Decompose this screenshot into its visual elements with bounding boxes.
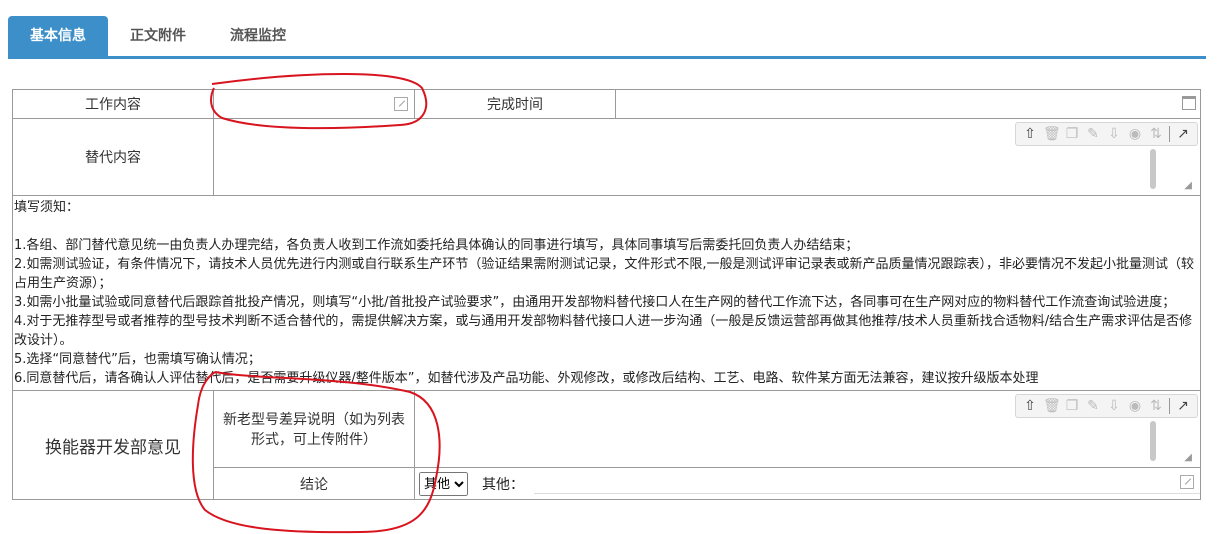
notes-item-6: 6.同意替代后，请各确认人评估替代后，是否需要升级仪器/整件版本”，如替代涉及产… bbox=[14, 371, 1039, 386]
resize-handle-icon[interactable]: ◢ bbox=[1184, 452, 1192, 463]
edit-icon[interactable] bbox=[394, 96, 408, 111]
tab-basic-info[interactable]: 基本信息 bbox=[8, 16, 108, 56]
diff-description-label: 新老型号差异说明（如为列表形式，可上传附件） bbox=[213, 390, 415, 468]
tab-underline bbox=[8, 56, 1206, 59]
notes-item-1: 1.各组、部门替代意见统一由负责人办理完结，各负责人收到工作流如委托给具体确认的… bbox=[14, 238, 859, 253]
finish-time-label: 完成时间 bbox=[414, 89, 616, 119]
preview-icon[interactable]: ◉ bbox=[1127, 126, 1143, 142]
preview-icon[interactable]: ◉ bbox=[1127, 398, 1143, 414]
download-icon[interactable]: ⇩ bbox=[1106, 398, 1122, 414]
diff-description-toolbar: ⇧ 🗑 ❐ ✎ ⇩ ◉ ⇅ ↗ bbox=[1015, 394, 1198, 418]
dept-opinion-label: 换能器开发部意见 bbox=[12, 390, 214, 500]
copy-icon[interactable]: ❐ bbox=[1064, 398, 1080, 414]
tab-bar: 基本信息 正文附件 流程监控 bbox=[8, 16, 308, 56]
basic-info-form: 工作内容 完成时间 替代内容 ⇧ 🗑 ❐ ✎ ⇩ ◉ ⇅ ↗ ◢ 填写须知： 1… bbox=[12, 89, 1201, 500]
calendar-icon[interactable] bbox=[1182, 95, 1196, 110]
work-content-label: 工作内容 bbox=[12, 89, 214, 119]
edit-icon[interactable] bbox=[1180, 475, 1194, 489]
delete-icon[interactable]: 🗑 bbox=[1043, 398, 1061, 414]
replace-content-toolbar: ⇧ 🗑 ❐ ✎ ⇩ ◉ ⇅ ↗ bbox=[1015, 122, 1198, 146]
resize-handle-icon[interactable]: ◢ bbox=[1184, 180, 1192, 191]
sort-icon[interactable]: ⇅ bbox=[1148, 398, 1164, 414]
finish-time-field[interactable] bbox=[615, 89, 1201, 119]
fill-instructions: 填写须知： 1.各组、部门替代意见统一由负责人办理完结，各负责人收到工作流如委托… bbox=[12, 195, 1201, 391]
edit-icon[interactable]: ✎ bbox=[1085, 398, 1101, 414]
sort-icon[interactable]: ⇅ bbox=[1148, 126, 1164, 142]
upload-icon[interactable]: ⇧ bbox=[1022, 126, 1038, 142]
conclusion-field: 其他 其他： bbox=[414, 467, 1201, 500]
notes-blank bbox=[14, 217, 1199, 236]
copy-icon[interactable]: ❐ bbox=[1064, 126, 1080, 142]
toolbar-separator bbox=[1169, 398, 1170, 414]
download-icon[interactable]: ⇩ bbox=[1106, 126, 1122, 142]
conclusion-label: 结论 bbox=[213, 467, 415, 500]
notes-item-2: 2.如需测试验证，有条件情况下，请技术人员优先进行内测或自行联系生产环节（验证结… bbox=[14, 257, 1195, 291]
notes-item-3: 3.如需小批量试验或同意替代后跟踪首批投产情况，则填写“小批/首批投产试验要求”… bbox=[14, 295, 1176, 310]
tab-body-attachments[interactable]: 正文附件 bbox=[108, 16, 208, 56]
edit-icon[interactable]: ✎ bbox=[1085, 126, 1101, 142]
conclusion-select[interactable]: 其他 bbox=[419, 471, 468, 496]
notes-title: 填写须知： bbox=[14, 200, 80, 215]
open-external-icon[interactable]: ↗ bbox=[1175, 398, 1191, 414]
open-external-icon[interactable]: ↗ bbox=[1175, 126, 1191, 142]
notes-item-4: 4.对于无推荐型号或者推荐的型号技术判断不适合替代的，需提供解决方案，或与通用开… bbox=[14, 314, 1193, 348]
diff-description-editor[interactable]: ⇧ 🗑 ❐ ✎ ⇩ ◉ ⇅ ↗ ◢ bbox=[414, 390, 1201, 468]
other-input[interactable] bbox=[534, 473, 1200, 494]
upload-icon[interactable]: ⇧ bbox=[1022, 398, 1038, 414]
other-label: 其他： bbox=[482, 476, 524, 493]
scrollbar[interactable] bbox=[1150, 421, 1156, 461]
tab-process-monitor[interactable]: 流程监控 bbox=[208, 16, 308, 56]
scrollbar[interactable] bbox=[1150, 149, 1156, 189]
toolbar-separator bbox=[1169, 126, 1170, 142]
work-content-field[interactable] bbox=[213, 89, 415, 119]
delete-icon[interactable]: 🗑 bbox=[1043, 126, 1061, 142]
notes-item-5: 5.选择“同意替代”后，也需填写确认情况； bbox=[14, 352, 261, 367]
replace-content-label: 替代内容 bbox=[12, 118, 214, 196]
replace-content-editor[interactable]: ⇧ 🗑 ❐ ✎ ⇩ ◉ ⇅ ↗ ◢ bbox=[213, 118, 1201, 196]
